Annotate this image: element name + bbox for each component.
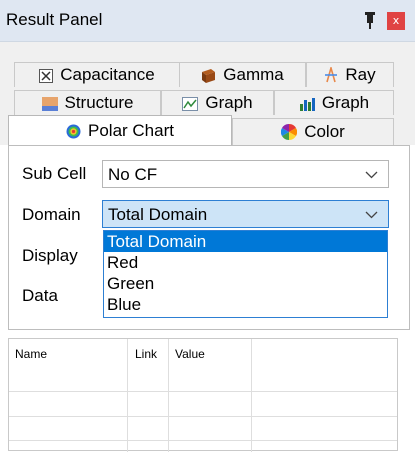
results-grid: Name Link Value [8, 338, 398, 452]
subcell-select[interactable]: No CF [102, 160, 389, 188]
tab-color[interactable]: Color [232, 118, 394, 145]
domain-select[interactable]: Total Domain [102, 200, 389, 228]
dropdown-option-blue[interactable]: Blue [104, 294, 387, 315]
bar-graph-icon [299, 96, 315, 111]
grid-row-divider [9, 391, 397, 392]
tab-structure[interactable]: Structure [14, 90, 161, 115]
chevron-down-icon [365, 206, 378, 219]
ray-icon [324, 65, 338, 83]
grid-column-divider [168, 339, 169, 452]
panel-title: Result Panel [6, 10, 103, 29]
close-button[interactable]: x [387, 12, 405, 30]
domain-label: Domain [22, 205, 81, 224]
domain-dropdown-list: Total Domain Red Green Blue [103, 230, 388, 318]
grid-row-divider [9, 416, 397, 417]
tab-capacitance[interactable]: Capacitance [14, 62, 180, 87]
tab-label: Graph [321, 93, 370, 112]
tab-label: Polar Chart [88, 121, 174, 140]
grid-header-value: Value [175, 347, 205, 361]
domain-value: Total Domain [108, 205, 208, 224]
tab-label: Gamma [223, 65, 284, 84]
grid-header-link: Link [135, 347, 158, 361]
color-wheel-icon [281, 123, 298, 141]
structure-icon [41, 96, 58, 111]
tab-label: Graph [205, 93, 253, 112]
tab-graph-bar[interactable]: Graph [274, 90, 394, 115]
dropdown-option-green[interactable]: Green [104, 273, 387, 294]
grid-column-divider [127, 339, 128, 452]
display-label: Display [22, 246, 78, 265]
tab-ray[interactable]: Ray [306, 62, 394, 87]
tab-label: Structure [64, 93, 134, 112]
tab-polar-chart[interactable]: Polar Chart [8, 115, 232, 146]
data-label: Data [22, 286, 58, 305]
capacitance-icon [39, 68, 54, 83]
dropdown-option-total-domain[interactable]: Total Domain [104, 231, 387, 252]
subcell-label: Sub Cell [22, 164, 87, 183]
polar-chart-icon [66, 124, 81, 139]
tab-label: Capacitance [60, 65, 155, 84]
tab-label: Ray [345, 65, 376, 84]
subcell-value: No CF [108, 165, 158, 184]
gamma-icon [201, 68, 216, 83]
tab-graph-line[interactable]: Graph [161, 90, 274, 115]
grid-column-divider [251, 339, 252, 452]
tab-gamma[interactable]: Gamma [179, 62, 306, 87]
tab-label: Color [304, 122, 345, 141]
line-graph-icon [182, 96, 199, 111]
pin-icon[interactable] [363, 12, 377, 30]
chevron-down-icon [365, 166, 378, 179]
title-bar: Result Panel x [0, 0, 415, 42]
dropdown-option-red[interactable]: Red [104, 252, 387, 273]
grid-header-name: Name [15, 347, 48, 361]
grid-row-divider [9, 440, 397, 441]
